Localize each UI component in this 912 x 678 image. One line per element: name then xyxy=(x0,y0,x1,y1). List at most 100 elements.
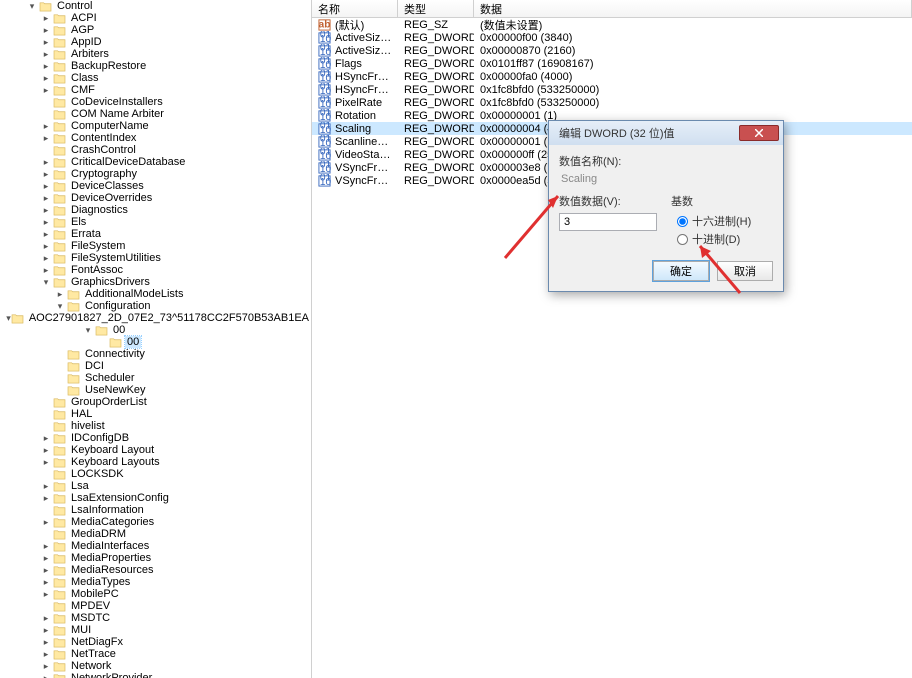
radio-hex[interactable]: 十六进制(H) xyxy=(671,213,773,229)
tree-item[interactable]: ·CrashControl xyxy=(0,144,311,156)
chevron-right-icon[interactable]: ▸ xyxy=(54,288,66,300)
tree-item[interactable]: ·GroupOrderList xyxy=(0,396,311,408)
close-icon[interactable] xyxy=(739,125,779,141)
chevron-right-icon[interactable]: ▸ xyxy=(40,444,52,456)
tree-item[interactable]: ▾Control xyxy=(0,0,311,12)
tree-item[interactable]: ·UseNewKey xyxy=(0,384,311,396)
tree-item[interactable]: ·MediaDRM xyxy=(0,528,311,540)
tree-item[interactable]: ▸ComputerName xyxy=(0,120,311,132)
chevron-down-icon[interactable]: ▾ xyxy=(26,0,38,12)
tree-item[interactable]: ▸Cryptography xyxy=(0,168,311,180)
tree-item[interactable]: ▸LsaExtensionConfig xyxy=(0,492,311,504)
chevron-right-icon[interactable]: ▸ xyxy=(40,432,52,444)
tree-item[interactable]: ▸Diagnostics xyxy=(0,204,311,216)
chevron-right-icon[interactable]: ▸ xyxy=(40,612,52,624)
tree-item[interactable]: ▸NetDiagFx xyxy=(0,636,311,648)
chevron-right-icon[interactable]: ▸ xyxy=(40,252,52,264)
chevron-right-icon[interactable]: ▸ xyxy=(40,168,52,180)
list-row[interactable]: 01101001HSyncFreq.Nu...REG_DWORD0x1fc8bf… xyxy=(312,83,912,96)
list-row[interactable]: 01101001FlagsREG_DWORD0x0101ff87 (169081… xyxy=(312,57,912,70)
list-row[interactable]: 01101001ActiveSize.cxREG_DWORD0x00000f00… xyxy=(312,31,912,44)
radio-dec-input[interactable] xyxy=(677,234,688,245)
tree-item[interactable]: ▸MediaInterfaces xyxy=(0,540,311,552)
tree-item[interactable]: ·MPDEV xyxy=(0,600,311,612)
tree-item[interactable]: ▸MediaTypes xyxy=(0,576,311,588)
chevron-right-icon[interactable]: ▸ xyxy=(40,228,52,240)
tree-item[interactable]: ▸Keyboard Layout xyxy=(0,444,311,456)
chevron-right-icon[interactable]: ▸ xyxy=(40,204,52,216)
tree-item[interactable]: ·Scheduler xyxy=(0,372,311,384)
tree-item[interactable]: ▸FileSystemUtilities xyxy=(0,252,311,264)
tree-item[interactable]: ▸MediaProperties xyxy=(0,552,311,564)
tree-item[interactable]: ▸Lsa xyxy=(0,480,311,492)
tree-item[interactable]: ▸CMF xyxy=(0,84,311,96)
chevron-right-icon[interactable]: ▸ xyxy=(40,576,52,588)
chevron-right-icon[interactable]: ▸ xyxy=(40,480,52,492)
dialog-titlebar[interactable]: 编辑 DWORD (32 位)值 xyxy=(549,121,783,145)
tree-item[interactable]: ▸DeviceOverrides xyxy=(0,192,311,204)
radio-dec[interactable]: 十进制(D) xyxy=(671,231,773,247)
tree-item[interactable]: ▸Els xyxy=(0,216,311,228)
chevron-right-icon[interactable]: ▸ xyxy=(40,72,52,84)
tree-item[interactable]: ·CoDeviceInstallers xyxy=(0,96,311,108)
tree-item[interactable]: ▸AdditionalModeLists xyxy=(0,288,311,300)
chevron-right-icon[interactable]: ▸ xyxy=(40,552,52,564)
chevron-right-icon[interactable]: ▸ xyxy=(40,648,52,660)
tree-item[interactable]: ▸CriticalDeviceDatabase xyxy=(0,156,311,168)
tree-item[interactable]: ▸AppID xyxy=(0,36,311,48)
chevron-right-icon[interactable]: ▸ xyxy=(40,516,52,528)
tree-item[interactable]: ▸MediaCategories xyxy=(0,516,311,528)
chevron-right-icon[interactable]: ▸ xyxy=(40,588,52,600)
tree-item[interactable]: ▾GraphicsDrivers xyxy=(0,276,311,288)
chevron-right-icon[interactable]: ▸ xyxy=(40,48,52,60)
chevron-right-icon[interactable]: ▸ xyxy=(40,564,52,576)
chevron-right-icon[interactable]: ▸ xyxy=(40,492,52,504)
chevron-right-icon[interactable]: ▸ xyxy=(40,216,52,228)
tree-item[interactable]: ▸Class xyxy=(0,72,311,84)
list-row[interactable]: ab(默认)REG_SZ(数值未设置) xyxy=(312,18,912,31)
registry-tree[interactable]: ▾Control▸ACPI▸AGP▸AppID▸Arbiters▸BackupR… xyxy=(0,0,312,678)
tree-item[interactable]: ▸Arbiters xyxy=(0,48,311,60)
chevron-right-icon[interactable]: ▸ xyxy=(40,36,52,48)
tree-item[interactable]: ▸MediaResources xyxy=(0,564,311,576)
tree-item[interactable]: ·LOCKSDK xyxy=(0,468,311,480)
chevron-down-icon[interactable]: ▾ xyxy=(54,300,66,312)
tree-item[interactable]: ·HAL xyxy=(0,408,311,420)
tree-item[interactable]: ▸Keyboard Layouts xyxy=(0,456,311,468)
tree-item[interactable]: ▸NetTrace xyxy=(0,648,311,660)
chevron-right-icon[interactable]: ▸ xyxy=(40,240,52,252)
chevron-right-icon[interactable]: ▸ xyxy=(40,540,52,552)
column-data[interactable]: 数据 xyxy=(474,0,912,17)
list-row[interactable]: 01101001PixelRateREG_DWORD0x1fc8bfd0 (53… xyxy=(312,96,912,109)
list-row[interactable]: 01101001HSyncFreq.Den...REG_DWORD0x00000… xyxy=(312,70,912,83)
chevron-right-icon[interactable]: ▸ xyxy=(40,264,52,276)
chevron-right-icon[interactable]: ▸ xyxy=(40,12,52,24)
chevron-right-icon[interactable]: ▸ xyxy=(40,132,52,144)
tree-item[interactable]: ▸NetworkProvider xyxy=(0,672,311,678)
tree-item[interactable]: ▸MobilePC xyxy=(0,588,311,600)
chevron-right-icon[interactable]: ▸ xyxy=(40,660,52,672)
tree-item[interactable]: ·DCI xyxy=(0,360,311,372)
tree-item[interactable]: ▾AOC27901827_2D_07E2_73^51178CC2F570B53A… xyxy=(0,312,311,324)
chevron-right-icon[interactable]: ▸ xyxy=(40,120,52,132)
list-row[interactable]: 01101001ActiveSize.cyREG_DWORD0x00000870… xyxy=(312,44,912,57)
tree-item[interactable]: ▸IDConfigDB xyxy=(0,432,311,444)
tree-item[interactable]: ▾00 xyxy=(0,324,311,336)
chevron-right-icon[interactable]: ▸ xyxy=(40,156,52,168)
chevron-down-icon[interactable]: ▾ xyxy=(82,324,94,336)
tree-item[interactable]: ▸Network xyxy=(0,660,311,672)
chevron-right-icon[interactable]: ▸ xyxy=(40,60,52,72)
tree-item[interactable]: ·Connectivity xyxy=(0,348,311,360)
chevron-right-icon[interactable]: ▸ xyxy=(40,180,52,192)
chevron-right-icon[interactable]: ▸ xyxy=(40,624,52,636)
tree-item[interactable]: ·hivelist xyxy=(0,420,311,432)
tree-item[interactable]: ▸MSDTC xyxy=(0,612,311,624)
tree-item[interactable]: ▸MUI xyxy=(0,624,311,636)
chevron-right-icon[interactable]: ▸ xyxy=(40,84,52,96)
value-data-input[interactable] xyxy=(559,213,657,231)
tree-item[interactable]: ·LsaInformation xyxy=(0,504,311,516)
tree-item[interactable]: ▸DeviceClasses xyxy=(0,180,311,192)
column-name[interactable]: 名称 xyxy=(312,0,398,17)
tree-item[interactable]: ▸AGP xyxy=(0,24,311,36)
chevron-right-icon[interactable]: ▸ xyxy=(40,636,52,648)
